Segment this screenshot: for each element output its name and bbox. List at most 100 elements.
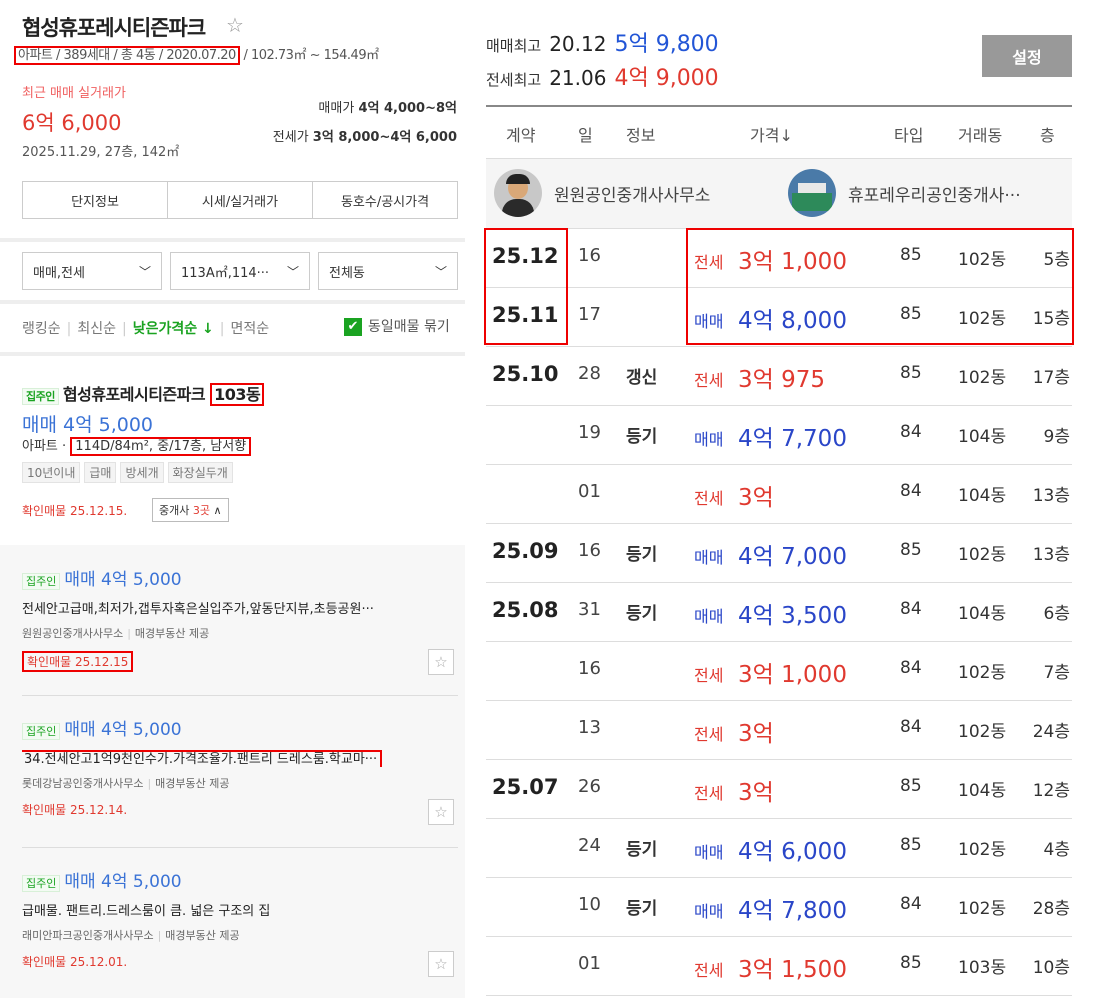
agent-listing[interactable]: 집주인 매매 4억 5,000 전세안고급매,최저가,갭투자혹은실입주가,앞동단지…	[22, 565, 458, 675]
favorite-star-icon[interactable]: ☆	[226, 13, 244, 37]
trade-row[interactable]: 16 전세 3억 1,000 84 102동 7층	[486, 642, 1072, 701]
trade-row[interactable]: 25.07 26 전세 3억 85 104동 12층	[486, 760, 1072, 819]
listing-info-detail: 114D/84m², 중/17층, 남서향	[70, 437, 252, 456]
trade-month: 25.09	[492, 539, 559, 563]
jeonse-range-value: 3억 8,000~4억 6,000	[312, 130, 457, 145]
trade-kind: 전세	[694, 489, 724, 508]
owner-badge: 집주인	[22, 723, 61, 740]
trade-floor: 10층	[1032, 958, 1070, 978]
group-duplicates-label: 동일매물 묶기	[368, 319, 450, 335]
trade-type: 84	[900, 894, 922, 914]
trade-amount: 3억 975	[738, 367, 826, 393]
trade-dong: 104동	[958, 427, 1007, 447]
dong-select[interactable]: 전체동 ﹀	[318, 252, 458, 290]
checkbox-checked-icon[interactable]: ✔	[344, 318, 362, 336]
trade-type: 84	[900, 717, 922, 737]
filter-bar: 매매,전세 ﹀ 113A㎡,114··· ﹀ 전체동 ﹀	[22, 252, 458, 290]
chevron-down-icon: ﹀	[286, 264, 299, 279]
trade-floor: 6층	[1043, 604, 1070, 624]
chevron-up-icon: ∧	[209, 504, 222, 517]
agent-avatar[interactable]	[788, 169, 836, 217]
trade-kind: 전세	[694, 784, 724, 803]
jeonse-price-range: 전세가 3억 8,000~4억 6,000	[273, 126, 457, 145]
chevron-down-icon: ﹀	[434, 264, 447, 279]
max-sale-label: 매매최고	[486, 37, 542, 55]
trade-info: 등기	[626, 604, 658, 624]
trade-day: 16	[578, 658, 601, 679]
listing-divider	[22, 695, 458, 696]
trade-amount: 3억	[738, 485, 774, 511]
data-provider: 매경부동산 제공	[165, 929, 240, 942]
trade-row[interactable]: 25.08 31 등기 매매 4억 3,500 84 104동 6층	[486, 583, 1072, 642]
sale-range-value: 4억 4,000~8억	[358, 101, 457, 116]
trade-row[interactable]: 19 등기 매매 4억 7,700 84 104동 9층	[486, 406, 1072, 465]
trade-floor: 17층	[1032, 368, 1070, 388]
listing-tag: 화장실두개	[167, 462, 233, 483]
trade-amount: 3억 1,500	[738, 957, 847, 983]
trade-row[interactable]: 01 전세 3억 84 104동 13층	[486, 465, 1072, 524]
trade-type: 84	[900, 658, 922, 678]
trade-amount: 4억 3,500	[738, 603, 847, 629]
data-provider: 매경부동산 제공	[155, 777, 230, 790]
listing-info-prefix: 아파트 ·	[22, 439, 71, 454]
trade-info: 등기	[626, 545, 658, 565]
listing-tag: 급매	[84, 462, 117, 483]
tab-complex-info[interactable]: 단지정보	[23, 182, 168, 218]
trade-dong: 102동	[958, 840, 1007, 860]
trade-info: 등기	[626, 899, 658, 919]
trade-day: 01	[578, 481, 601, 502]
trade-type-select[interactable]: 매매,전세 ﹀	[22, 252, 162, 290]
trade-type: 84	[900, 481, 922, 501]
sort-ranking[interactable]: 랭킹순	[22, 321, 61, 337]
max-jeonse-stat: 전세최고 21.06 4억 9,000	[486, 60, 719, 92]
col-info: 정보	[626, 126, 656, 145]
trade-row[interactable]: 10 등기 매매 4억 7,800 84 102동 28층	[486, 878, 1072, 937]
agent-name[interactable]: 원원공인중개사사무소	[554, 181, 710, 206]
agent-listing[interactable]: 집주인 매매 4억 5,000 34.전세안고1억9천인수가.가격조율가.팬트리 …	[22, 715, 458, 825]
agent-listings-area: 집주인 매매 4억 5,000 전세안고급매,최저가,갭투자혹은실입주가,앞동단지…	[0, 545, 465, 998]
trade-type: 85	[900, 835, 922, 855]
trade-row[interactable]: 13 전세 3억 84 102동 24층	[486, 701, 1072, 760]
trade-amount: 4억 7,700	[738, 426, 847, 452]
complex-title: 협성휴포레시티즌파크	[22, 16, 206, 40]
trade-type: 85	[900, 776, 922, 796]
agents-count-button[interactable]: 중개사 3곳 ∧	[152, 498, 229, 522]
area-select[interactable]: 113A㎡,114··· ﹀	[170, 252, 310, 290]
trade-amount: 4억 7,800	[738, 898, 847, 924]
col-contract: 계약	[506, 126, 536, 145]
col-price-sort[interactable]: 가격↓	[750, 122, 793, 146]
trade-day: 13	[578, 717, 601, 738]
sort-options: 랭킹순 | 최신순 | 낮은가격순 ↓ | 면적순	[22, 321, 270, 337]
sort-area[interactable]: 면적순	[230, 321, 269, 337]
sort-low-price[interactable]: 낮은가격순 ↓	[133, 321, 214, 337]
settings-button[interactable]: 설정	[982, 35, 1072, 77]
trade-kind: 전세	[694, 725, 724, 744]
favorite-star-icon[interactable]: ☆	[428, 799, 454, 825]
listing-title[interactable]: 집주인 협성휴포레시티즌파크 103동	[22, 381, 265, 406]
agent-avatar[interactable]	[494, 169, 542, 217]
group-duplicates-toggle[interactable]: ✔ 동일매물 묶기	[344, 316, 450, 336]
agent-listing-price: 매매 4억 5,000	[64, 720, 182, 740]
trade-row[interactable]: 24 등기 매매 4억 6,000 85 102동 4층	[486, 819, 1072, 878]
trade-kind: 매매	[694, 843, 724, 862]
max-jeonse-label: 전세최고	[486, 71, 542, 89]
sort-latest[interactable]: 최신순	[77, 321, 116, 337]
favorite-star-icon[interactable]: ☆	[428, 649, 454, 675]
max-sale-stat: 매매최고 20.12 5억 9,800	[486, 26, 719, 58]
trade-month: 25.08	[492, 598, 559, 622]
tab-market-price[interactable]: 시세/실거래가	[168, 182, 313, 218]
tab-unit-price[interactable]: 동호수/공시가격	[313, 182, 457, 218]
complex-tabs: 단지정보 시세/실거래가 동호수/공시가격	[22, 181, 458, 219]
trade-row[interactable]: 25.09 16 등기 매매 4억 7,000 85 102동 13층	[486, 524, 1072, 583]
agent-listing[interactable]: 집주인 매매 4억 5,000 급매물. 팬트리.드레스룸이 큼. 넓은 구조의 …	[22, 867, 458, 977]
trade-row[interactable]: 01 전세 3억 1,500 85 103동 10층	[486, 937, 1072, 996]
favorite-star-icon[interactable]: ☆	[428, 951, 454, 977]
listing-divider	[22, 847, 458, 848]
jeonse-range-label: 전세가	[272, 130, 313, 145]
trade-dong: 104동	[958, 486, 1007, 506]
agent-listing-desc: 전세안고급매,최저가,갭투자혹은실입주가,앞동단지뷰,초등공원···	[22, 602, 374, 617]
confirmed-listing-date: 확인매물 25.12.15	[22, 651, 134, 672]
trade-day: 31	[578, 599, 601, 620]
agent-name[interactable]: 휴포레우리공인중개사···	[848, 181, 1021, 206]
trade-row[interactable]: 25.10 28 갱신 전세 3억 975 85 102동 17층	[486, 347, 1072, 406]
